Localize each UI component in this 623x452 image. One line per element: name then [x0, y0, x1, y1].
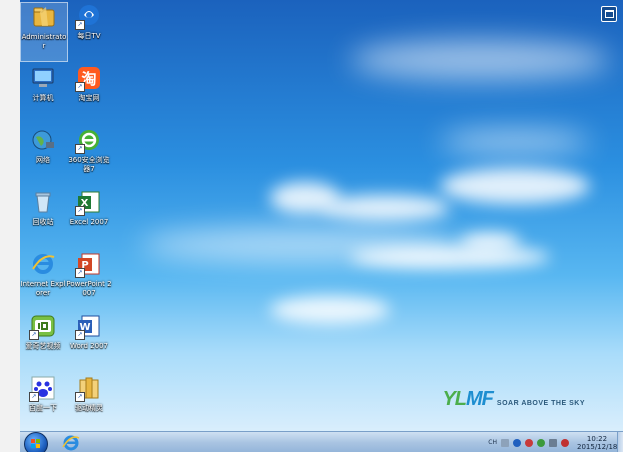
brand-tagline: SOAR ABOVE THE SKY	[496, 400, 585, 407]
powerpoint-icon: P ↗	[75, 250, 103, 278]
desktop-icon-label: Internet Explorer	[20, 280, 66, 297]
network-icon[interactable]	[549, 438, 557, 447]
excel-icon: X ↗	[75, 188, 103, 216]
desktop-icon-label: 淘宝网	[78, 94, 100, 102]
desktop-icon-label: 每日TV	[77, 32, 101, 40]
cloud	[350, 40, 610, 80]
brand-logo-part: MF	[466, 388, 494, 410]
desktop-icon-360-browser[interactable]: ↗ 360安全浏览器7	[66, 126, 112, 184]
help-icon[interactable]	[513, 438, 521, 447]
language-indicator[interactable]: CH	[488, 439, 497, 446]
baidu-paw-icon: ↗	[29, 374, 57, 402]
desktop-icon-label: 回收站	[32, 218, 54, 226]
desktop-icon-iqiyi[interactable]: ↗ 爱奇艺视频	[20, 312, 66, 370]
cloud	[440, 168, 590, 204]
desktop-icon-computer[interactable]: 计算机	[20, 64, 66, 122]
shortcut-arrow-icon: ↗	[75, 20, 85, 30]
360-browser-icon: ↗	[75, 126, 103, 154]
cloud	[270, 296, 390, 324]
desktop-icon-driver-genius[interactable]: ↗ 驱动精灵	[66, 374, 112, 431]
shortcut-arrow-icon: ↗	[75, 392, 85, 402]
desktop-icon-internet-explorer[interactable]: Internet Explorer	[20, 250, 66, 308]
internet-explorer-icon	[62, 435, 80, 450]
shortcut-arrow-icon: ↗	[75, 206, 85, 216]
folder-icon: ↗	[75, 374, 103, 402]
taobao-icon: 淘 ↗	[75, 64, 103, 92]
clock[interactable]: 10:22 2015/12/18	[577, 435, 617, 451]
desktop-icon-label: 360安全浏览器7	[68, 156, 110, 173]
shortcut-arrow-icon: ↗	[75, 144, 85, 154]
clock-time: 10:22	[586, 434, 608, 443]
folder-icon	[30, 3, 58, 31]
network-globe-icon	[29, 126, 57, 154]
desktop-icon-label: Excel 2007	[69, 218, 109, 226]
cloud	[350, 245, 550, 269]
desktop-icon-daily-tv[interactable]: ↗ 每日TV	[66, 2, 112, 60]
show-desktop-button[interactable]	[617, 432, 623, 452]
desktop-icon-label: Administrator	[21, 33, 67, 50]
volume-icon[interactable]	[561, 438, 569, 447]
system-tray: CH 10:22 2015/12/18	[488, 432, 617, 452]
taskbar: CH 10:22 2015/12/18	[20, 431, 623, 452]
desktop-icon-recycle-bin[interactable]: 回收站	[20, 188, 66, 246]
desktop-icon-label: 爱奇艺视频	[25, 342, 61, 350]
daily-tv-icon: ↗	[75, 2, 103, 30]
cloud	[460, 232, 520, 252]
desktop-icon-excel-2007[interactable]: X ↗ Excel 2007	[66, 188, 112, 246]
desktop-icon-label: 百度一下	[29, 404, 57, 412]
shortcut-arrow-icon: ↗	[29, 330, 39, 340]
wallpaper-brand: YLMF SOAR ABOVE THE SKY	[442, 388, 585, 411]
desktop-icon-word-2007[interactable]: W ↗ Word 2007	[66, 312, 112, 370]
desktop-icon-label: 驱动精灵	[75, 404, 103, 412]
shortcut-arrow-icon: ↗	[75, 330, 85, 340]
desktop-icon-label: 计算机	[32, 94, 54, 102]
internet-explorer-icon	[29, 250, 57, 278]
desktop-icon-powerpoint-2007[interactable]: P ↗ PowerPoint 2007	[66, 250, 112, 308]
left-margin	[0, 0, 21, 452]
desktop-icon-taobao[interactable]: 淘 ↗ 淘宝网	[66, 64, 112, 122]
recycle-bin-icon	[29, 188, 57, 216]
taskbar-internet-explorer[interactable]	[56, 433, 86, 452]
desktop-icon-label: PowerPoint 2007	[66, 280, 112, 297]
window-restore-icon[interactable]	[601, 6, 617, 22]
start-button[interactable]	[24, 432, 48, 452]
shortcut-arrow-icon: ↗	[75, 268, 85, 278]
brand-logo: YLMF	[442, 388, 494, 411]
brand-logo-part: YL	[442, 388, 467, 410]
computer-icon	[29, 64, 57, 92]
screen: Administrator 计算机 网络 回收站 Internet Explor	[0, 0, 623, 452]
iqiyi-icon: ↗	[29, 312, 57, 340]
desktop[interactable]: Administrator 计算机 网络 回收站 Internet Explor	[20, 0, 623, 431]
desktop-icon-administrator[interactable]: Administrator	[20, 2, 68, 62]
desktop-icon-label: 网络	[36, 156, 50, 164]
desktop-icon-label: Word 2007	[69, 342, 109, 350]
shield-icon[interactable]	[537, 438, 545, 447]
tray-app-icon[interactable]	[525, 438, 533, 447]
shortcut-arrow-icon: ↗	[75, 82, 85, 92]
cloud	[440, 130, 590, 154]
desktop-icon-baidu[interactable]: ↗ 百度一下	[20, 374, 66, 431]
cloud	[320, 195, 450, 221]
keyboard-icon[interactable]	[501, 438, 509, 447]
clock-date: 2015/12/18	[577, 442, 618, 451]
word-icon: W ↗	[75, 312, 103, 340]
shortcut-arrow-icon: ↗	[29, 392, 39, 402]
desktop-icon-network[interactable]: 网络	[20, 126, 66, 184]
